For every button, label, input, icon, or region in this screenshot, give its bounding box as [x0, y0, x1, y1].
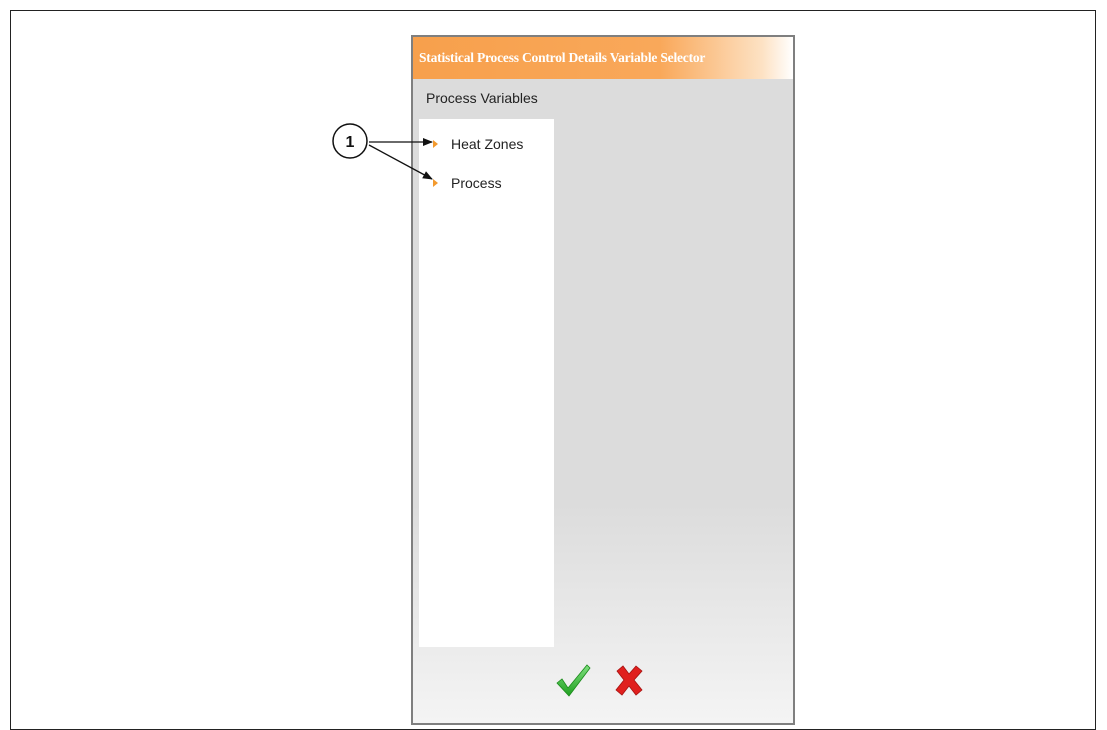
checkmark-icon: [556, 664, 591, 697]
section-label: Process Variables: [426, 90, 538, 106]
process-variable-list: Heat Zones Process: [419, 119, 554, 647]
close-x-icon: [615, 665, 643, 696]
expand-arrow-icon: [433, 140, 438, 148]
dialog-actions: [413, 659, 793, 709]
dialog-title: Statistical Process Control Details Vari…: [413, 37, 793, 79]
variable-item-process[interactable]: Process: [433, 173, 502, 193]
variable-item-label: Process: [451, 175, 502, 191]
accept-button[interactable]: [553, 661, 593, 701]
cancel-button[interactable]: [609, 661, 649, 701]
variable-item-heat-zones[interactable]: Heat Zones: [433, 134, 523, 154]
variable-selector-dialog: Statistical Process Control Details Vari…: [411, 35, 795, 725]
expand-arrow-icon: [433, 179, 438, 187]
variable-item-label: Heat Zones: [451, 136, 524, 152]
